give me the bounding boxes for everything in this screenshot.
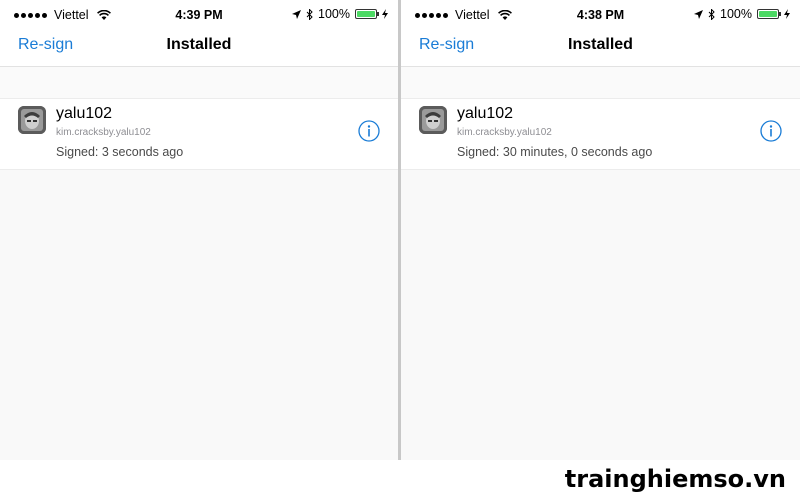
info-icon[interactable] [760, 120, 782, 142]
charging-bolt-icon [784, 9, 790, 19]
phone-screen-right: Viettel 4:38 PM 100% Re-sign Installed y… [401, 0, 800, 460]
page-title: Installed [568, 36, 633, 53]
bundle-id: kim.cracksby.yalu102 [457, 127, 552, 138]
page-title: Installed [166, 36, 232, 53]
app-name: yalu102 [457, 105, 514, 122]
section-header-spacer [0, 67, 398, 99]
bundle-id: kim.cracksby.yalu102 [56, 127, 151, 138]
screenshot-composite: Viettel 4:39 PM 100% Re-sign Installed y… [0, 0, 800, 500]
location-arrow-icon [292, 9, 302, 19]
battery-icon [757, 9, 781, 19]
navigation-bar: Re-sign Installed [401, 30, 800, 67]
phone-screen-left: Viettel 4:39 PM 100% Re-sign Installed y… [0, 0, 398, 460]
empty-list-area [401, 170, 800, 460]
status-bar: Viettel 4:38 PM 100% [401, 0, 800, 30]
bluetooth-icon [708, 8, 715, 20]
charging-bolt-icon [382, 9, 388, 19]
watermark-logo: trainghiemso.vn [564, 465, 786, 493]
app-icon [18, 106, 46, 134]
location-arrow-icon [694, 9, 704, 19]
empty-list-area [0, 170, 398, 460]
battery-icon [355, 9, 379, 19]
battery-percent: 100% [720, 7, 752, 21]
signed-status: Signed: 3 seconds ago [56, 145, 184, 159]
info-icon[interactable] [358, 120, 380, 142]
signed-status: Signed: 30 minutes, 0 seconds ago [457, 145, 653, 159]
navigation-bar: Re-sign Installed [0, 30, 398, 67]
battery-percent: 100% [318, 7, 350, 21]
status-bar: Viettel 4:39 PM 100% [0, 0, 398, 30]
bluetooth-icon [306, 8, 313, 20]
section-header-spacer [401, 67, 800, 99]
app-list-item[interactable]: yalu102 kim.cracksby.yalu102 Signed: 30 … [401, 99, 800, 170]
app-name: yalu102 [56, 105, 113, 122]
app-icon [419, 106, 447, 134]
app-list-item[interactable]: yalu102 kim.cracksby.yalu102 Signed: 3 s… [0, 99, 398, 170]
